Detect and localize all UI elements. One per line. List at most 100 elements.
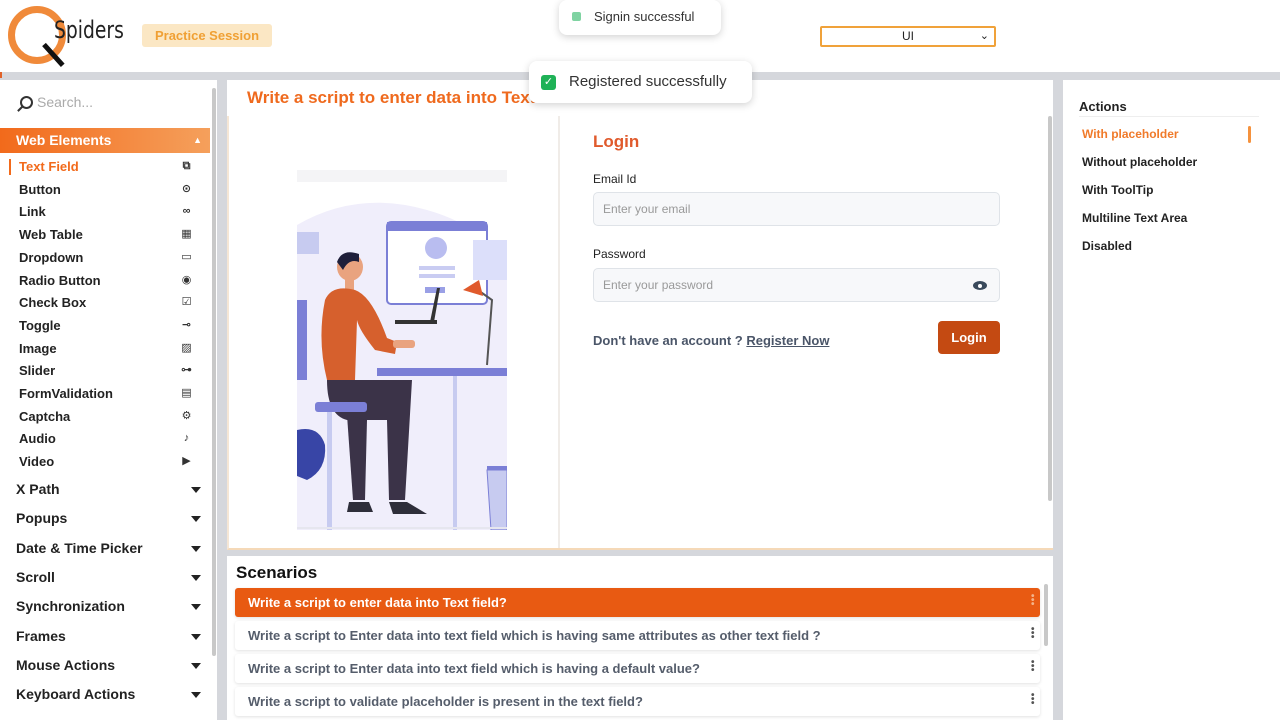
more-vertical-icon[interactable]: • • • [1031, 691, 1035, 709]
signin-toast-message: Signin successful [594, 9, 695, 24]
caret-down-icon [191, 574, 201, 581]
text-field-icon: ⧉ [182, 160, 191, 172]
scenarios-title: Scenarios [236, 563, 318, 582]
sidebar-item-check-box[interactable]: Check Box ☑ [0, 292, 210, 314]
caret-down-icon [191, 545, 201, 552]
category-select-value: UI [902, 29, 914, 43]
sidebar-item-label: Web Table [19, 227, 83, 243]
image-icon: ▨ [181, 341, 192, 354]
sidebar-item-label: Audio [19, 431, 56, 447]
sidebar-item-label: Captcha [19, 408, 71, 424]
sidebar-item-toggle[interactable]: Toggle ⊸ [0, 315, 210, 337]
sidebar-item-web-table[interactable]: Web Table ▦ [0, 224, 210, 246]
sidebar-item-audio[interactable]: Audio ♪ [0, 428, 210, 450]
search-input[interactable]: Search... [20, 94, 93, 110]
email-field[interactable]: Enter your email [593, 192, 1000, 226]
caret-down-icon [191, 633, 201, 640]
login-title: Login [593, 132, 640, 151]
action-disabled[interactable]: Disabled [1082, 239, 1132, 253]
captcha-icon: ⚙ [181, 409, 192, 422]
action-multiline-text-area[interactable]: Multiline Text Area [1082, 211, 1187, 225]
sidebar-item-slider[interactable]: Slider ⊶ [0, 360, 210, 382]
sidebar-item-radio-button[interactable]: Radio Button ◉ [0, 270, 210, 292]
register-now-link[interactable]: Register Now [746, 333, 829, 348]
sidebar-item-label: Video [19, 454, 55, 470]
sidebar-item-label: Link [19, 204, 46, 220]
more-vertical-icon[interactable]: • • • [1031, 658, 1035, 676]
sidebar-item-image[interactable]: Image ▨ [0, 338, 210, 360]
sidebar-item-video[interactable]: Video ▶ [0, 451, 210, 473]
caret-down-icon [191, 487, 201, 493]
sidebar-group-label: Keyboard Actions [16, 686, 136, 703]
sidebar-scrollbar[interactable] [212, 88, 216, 656]
no-account-label: Don't have an account ? [593, 333, 743, 348]
logo[interactable]: Spiders [6, 2, 136, 72]
main-scrollbar[interactable] [1048, 116, 1052, 501]
radio-icon: ◉ [181, 273, 192, 286]
sidebar-item-label: FormValidation [19, 386, 113, 401]
sidebar-item-label: Check Box [19, 295, 87, 311]
caret-down-icon [191, 604, 201, 611]
active-action-marker [1248, 126, 1251, 143]
check-icon: ✓ [541, 75, 556, 90]
action-with-placeholder[interactable]: With placeholder [1082, 127, 1179, 141]
actions-panel: Actions With placeholder Without placehol… [1063, 80, 1280, 720]
card-divider [558, 116, 560, 548]
chevron-up-icon: ▲ [193, 135, 202, 145]
caret-down-icon [191, 692, 201, 699]
action-without-placeholder[interactable]: Without placeholder [1082, 155, 1197, 169]
table-icon: ▦ [181, 228, 192, 241]
scenario-row[interactable]: Write a script to Enter data into text f… [235, 621, 1040, 650]
more-vertical-icon[interactable]: • • • [1031, 625, 1035, 643]
link-icon: ∞ [182, 205, 191, 218]
scenario-row[interactable]: Write a script to Enter data into text f… [235, 654, 1040, 683]
email-label: Email Id [593, 172, 637, 186]
toggle-icon: ⊸ [181, 318, 192, 331]
checkbox-icon: ☑ [181, 296, 192, 309]
sidebar-group-frames[interactable]: Frames [0, 625, 210, 649]
signin-toast: Signin successful [559, 0, 721, 35]
eye-icon[interactable] [973, 281, 987, 290]
registered-toast: ✓ Registered successfully [529, 61, 752, 103]
registered-toast-message: Registered successfully [569, 73, 727, 90]
scenarios-scrollbar[interactable] [1044, 584, 1048, 646]
person-at-desk-illustration [297, 170, 507, 530]
sidebar-item-formvalidation[interactable]: FormValidation ▤ [0, 383, 210, 405]
chevron-down-icon: ⌄ [979, 30, 989, 42]
sidebar-item-label: Toggle [19, 317, 61, 333]
sidebar-group-label: Mouse Actions [16, 656, 116, 673]
section-web-elements[interactable]: Web Elements ▲ [0, 128, 210, 153]
sidebar-group-label: Popups [16, 510, 68, 527]
sidebar-group-label: Frames [16, 627, 66, 644]
play-circle-icon: ⊙ [181, 182, 192, 195]
sidebar-group-scroll[interactable]: Scroll [0, 566, 210, 590]
sidebar-item-dropdown[interactable]: Dropdown ▭ [0, 247, 210, 269]
sidebar-item-label: Dropdown [19, 249, 84, 265]
scenario-row[interactable]: Write a script to validate placeholder i… [235, 687, 1040, 716]
sidebar-group-date-time-picker[interactable]: Date & Time Picker [0, 537, 210, 561]
sidebar-item-text-field[interactable]: Text Field ⧉ [0, 156, 210, 178]
sidebar-group-mouse-actions[interactable]: Mouse Actions [0, 654, 210, 678]
slider-icon: ⊶ [181, 364, 192, 377]
login-illustration [297, 170, 507, 530]
category-select[interactable]: UI ⌄ [820, 26, 996, 47]
sidebar-group-x-path[interactable]: X Path [0, 478, 210, 502]
practice-session-badge[interactable]: Practice Session [142, 24, 272, 47]
audio-icon: ♪ [183, 432, 190, 445]
sidebar-item-captcha[interactable]: Captcha ⚙ [0, 406, 210, 428]
action-with-tooltip[interactable]: With ToolTip [1082, 183, 1153, 197]
sidebar-item-button[interactable]: Button ⊙ [0, 179, 210, 201]
password-field[interactable]: Enter your password [593, 268, 1000, 302]
sidebar-group-popups[interactable]: Popups [0, 507, 210, 531]
sidebar-item-label: Button [19, 181, 61, 197]
sidebar-item-label: Slider [19, 363, 56, 379]
sidebar-item-label: Text Field [19, 159, 79, 174]
more-vertical-icon[interactable]: • • • [1031, 592, 1035, 610]
scenario-row[interactable]: Write a script to enter data into Text f… [235, 588, 1040, 617]
sidebar-item-link[interactable]: Link ∞ [0, 201, 210, 223]
sidebar-group-label: Date & Time Picker [16, 539, 143, 556]
login-button[interactable]: Login [938, 321, 1000, 354]
actions-title: Actions [1079, 99, 1127, 114]
sidebar-group-keyboard-actions[interactable]: Keyboard Actions [0, 683, 210, 707]
sidebar-group-synchronization[interactable]: Synchronization [0, 595, 210, 619]
